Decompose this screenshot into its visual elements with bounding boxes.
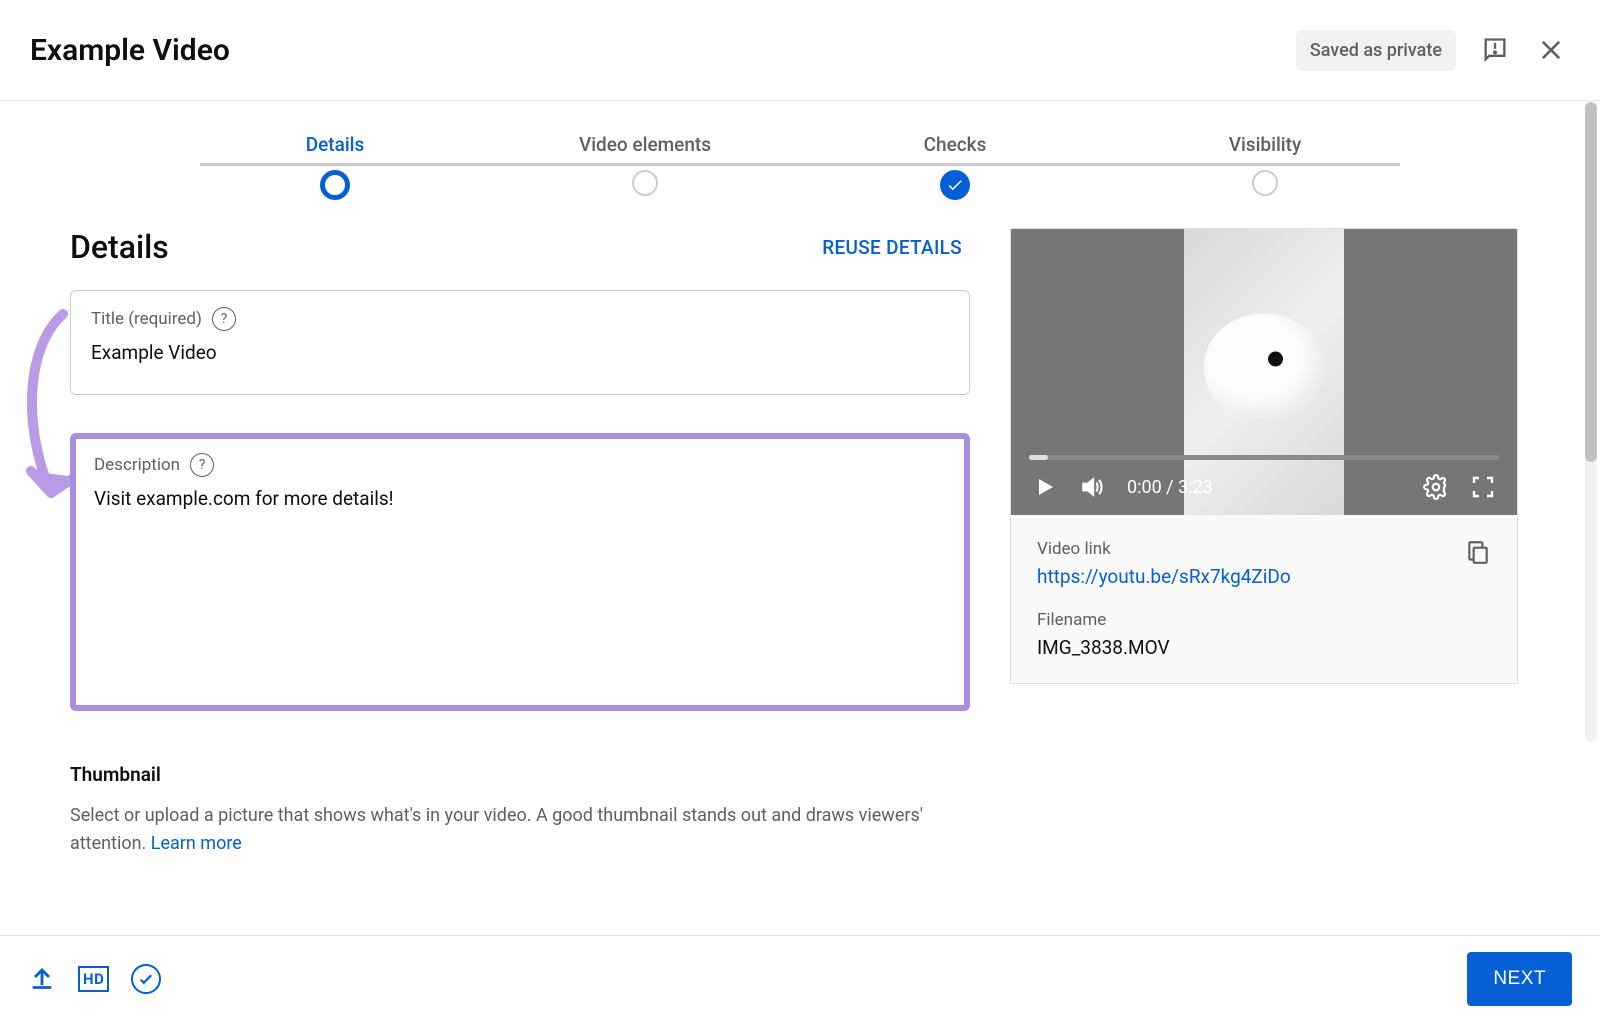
next-button[interactable]: NEXT [1467,952,1572,1006]
title-input-value[interactable]: Example Video [91,341,949,364]
save-status-chip: Saved as private [1296,30,1456,71]
step-label: Details [306,133,365,156]
bunny-image [1204,314,1324,419]
details-section-title: Details [70,228,169,266]
description-field[interactable]: Description ? Visit example.com for more… [70,433,970,711]
progress-bar[interactable] [1029,455,1499,460]
filename-label: Filename [1037,610,1491,630]
upload-stepper: Details Video elements Checks Visibility [0,101,1600,228]
dialog-footer: HD NEXT [0,935,1600,1021]
thumbnail-heading: Thumbnail [70,763,970,786]
step-label: Video elements [579,133,711,156]
title-field-label: Title (required) [91,309,202,329]
step-circle [1252,170,1278,196]
learn-more-link[interactable]: Learn more [151,833,242,854]
dialog-header: Example Video Saved as private [0,0,1600,101]
feedback-icon[interactable] [1478,33,1512,67]
hd-badge-icon: HD [78,966,109,992]
play-icon[interactable] [1033,475,1057,499]
video-link-label: Video link [1037,539,1291,559]
scrollbar-thumb[interactable] [1585,102,1597,462]
step-visibility[interactable]: Visibility [1110,133,1420,200]
step-video-elements[interactable]: Video elements [490,133,800,200]
header-actions: Saved as private [1296,30,1568,71]
help-icon[interactable]: ? [190,453,214,477]
step-label: Visibility [1229,133,1302,156]
description-field-label: Description [94,455,180,475]
reuse-details-button[interactable]: REUSE DETAILS [822,236,962,259]
video-preview-card: 0:00 / 3:23 Video link https://youtu.be/… [1010,228,1518,684]
filename-value: IMG_3838.MOV [1037,636,1491,659]
description-input-value[interactable]: Visit example.com for more details! [94,487,946,510]
thumbnail-description: Select or upload a picture that shows wh… [70,802,950,858]
copy-link-icon[interactable] [1465,539,1491,569]
fullscreen-icon[interactable] [1471,475,1495,499]
close-icon[interactable] [1534,33,1568,67]
settings-icon[interactable] [1423,474,1449,500]
checks-ok-icon [131,964,161,994]
volume-icon[interactable] [1079,474,1105,500]
step-circle-active [320,170,350,200]
step-circle [632,170,658,196]
help-icon[interactable]: ? [212,307,236,331]
video-time: 0:00 / 3:23 [1127,477,1213,498]
step-checks[interactable]: Checks [800,133,1110,200]
title-field[interactable]: Title (required) ? Example Video [70,290,970,395]
video-link[interactable]: https://youtu.be/sRx7kg4ZiDo [1037,565,1291,588]
video-player: 0:00 / 3:23 [1011,229,1517,515]
step-details[interactable]: Details [180,133,490,200]
video-controls: 0:00 / 3:23 [1011,459,1517,515]
page-title: Example Video [30,33,230,68]
step-circle-checked [940,170,970,200]
scrollbar[interactable] [1585,102,1597,742]
step-label: Checks [924,133,987,156]
upload-icon[interactable] [28,963,56,995]
